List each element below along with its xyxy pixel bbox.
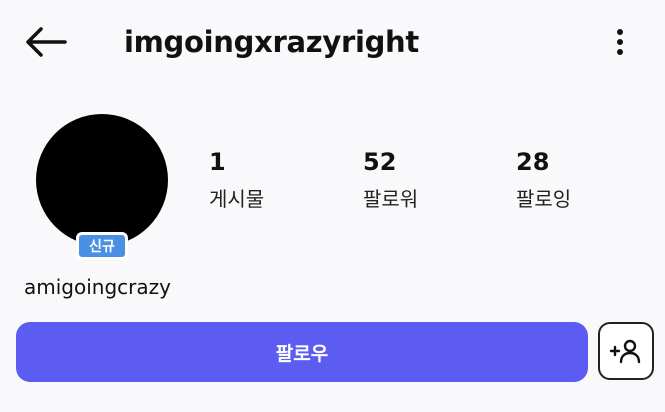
avatar-container: 신규 [36,114,170,260]
follow-button[interactable]: 팔로우 [16,322,588,382]
avatar[interactable] [36,114,168,246]
stat-followers[interactable]: 52 팔로워 [363,146,418,214]
add-user-icon [609,339,641,364]
back-button[interactable] [22,22,68,62]
follow-button-label: 팔로우 [275,342,329,365]
stat-followers-value: 52 [363,148,397,176]
display-name: amigoingcrazy [24,275,171,299]
more-options-button[interactable] [604,22,636,62]
stat-following-value: 28 [516,148,550,176]
profile-username: imgoingxrazyright [124,25,419,59]
stat-posts[interactable]: 1 게시물 [209,146,264,214]
stat-following[interactable]: 28 팔로잉 [516,146,571,214]
stat-posts-label: 게시물 [209,187,265,211]
stat-posts-value: 1 [209,148,226,176]
more-vertical-icon [617,29,623,55]
arrow-left-icon [26,27,67,57]
top-bar: imgoingxrazyright [0,0,665,86]
add-friend-button[interactable] [598,322,654,380]
stat-followers-label: 팔로워 [363,187,419,211]
new-badge: 신규 [76,232,128,260]
stat-following-label: 팔로잉 [516,187,572,211]
